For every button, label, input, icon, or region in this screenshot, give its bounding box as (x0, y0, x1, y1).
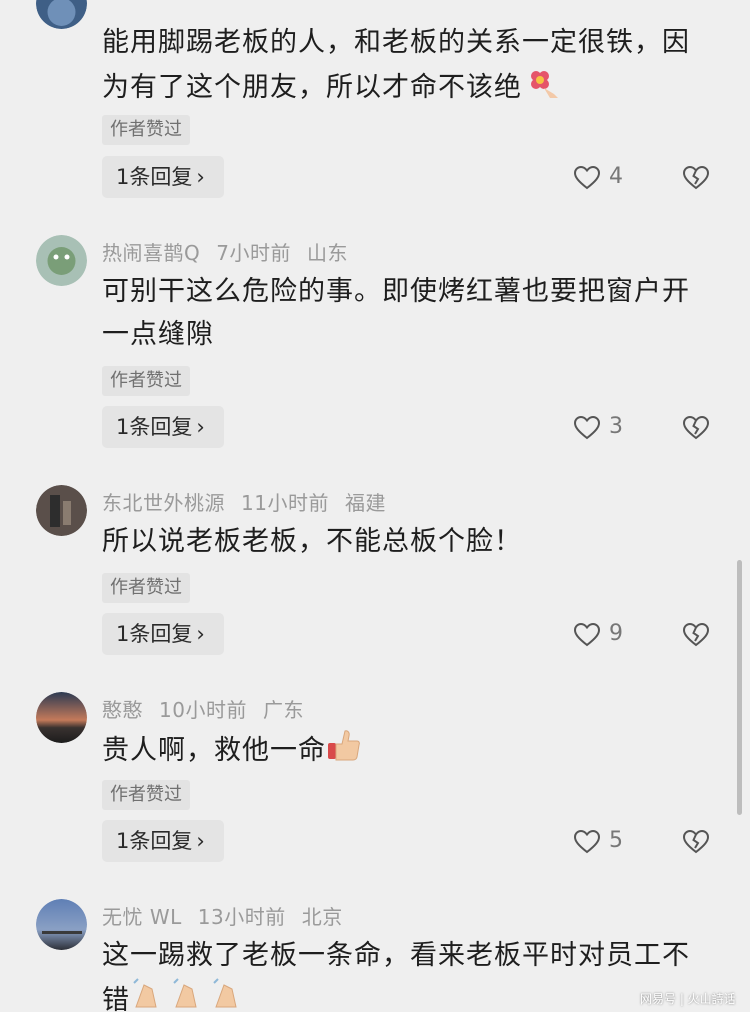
like-count: 4 (609, 164, 623, 189)
view-replies-button[interactable]: 1条回复 › (102, 613, 224, 655)
like-count: 3 (609, 414, 623, 439)
comment-text: 能用脚踢老板的人，和老板的关系一定很铁，因 为有了这个朋友，所以才命不该绝 (102, 21, 722, 113)
comment-meta: 东北世外桃源 11小时前 福建 (102, 487, 402, 516)
location: 广东 (262, 698, 304, 722)
comment-meta: 憨憨 10小时前 广东 (102, 694, 320, 723)
comment-meta: 热闹喜鹊Q 7小时前 山东 (102, 237, 364, 266)
author-liked-badge: 作者赞过 (102, 780, 190, 810)
heart-icon[interactable] (574, 830, 600, 854)
avatar[interactable] (36, 899, 87, 950)
avatar[interactable] (36, 0, 87, 29)
thumbs-up-emoji (326, 727, 362, 776)
broken-heart-icon[interactable] (683, 416, 709, 440)
comment-text: 这一踢救了老板一条命，看来老板平时对员工不 错 (102, 934, 722, 1012)
comment-meta: 无忧 WL 13小时前 北京 (102, 901, 359, 930)
view-replies-button[interactable]: 1条回复 › (102, 820, 224, 862)
timestamp: 7小时前 (216, 241, 291, 265)
username[interactable]: 热闹喜鹊Q (102, 241, 200, 265)
flower-emoji (522, 64, 562, 113)
broken-heart-icon[interactable] (683, 830, 709, 854)
timestamp: 13小时前 (197, 905, 286, 929)
broken-heart-icon[interactable] (683, 623, 709, 647)
author-liked-badge: 作者赞过 (102, 366, 190, 396)
comment-text: 贵人啊，救他一命 (102, 727, 722, 776)
username[interactable]: 憨憨 (102, 698, 143, 722)
heart-icon[interactable] (574, 166, 600, 190)
avatar[interactable] (36, 235, 87, 286)
location: 山东 (306, 241, 348, 265)
timestamp: 11小时前 (241, 491, 329, 515)
author-liked-badge: 作者赞过 (102, 115, 190, 145)
username[interactable]: 东北世外桃源 (102, 491, 225, 515)
view-replies-button[interactable]: 1条回复 › (102, 156, 224, 198)
clapping-hands-emoji (130, 977, 250, 1012)
scrollbar[interactable] (737, 560, 742, 815)
comment-text: 可别干这么危险的事。即使烤红薯也要把窗户开 一点缝隙 (102, 276, 690, 350)
avatar[interactable] (36, 692, 87, 743)
username[interactable]: 无忧 WL (102, 905, 182, 929)
timestamp: 10小时前 (159, 698, 247, 722)
watermark: 网易号 | 火山詩话 (640, 992, 736, 1006)
author-liked-badge: 作者赞过 (102, 573, 190, 603)
view-replies-button[interactable]: 1条回复 › (102, 406, 224, 448)
heart-icon[interactable] (574, 623, 600, 647)
avatar[interactable] (36, 485, 87, 536)
heart-icon[interactable] (574, 416, 600, 440)
broken-heart-icon[interactable] (683, 166, 709, 190)
location: 北京 (301, 905, 343, 929)
comment-text: 所以说老板老板，不能总板个脸！ (102, 526, 522, 557)
location: 福建 (344, 491, 386, 515)
like-count: 9 (609, 621, 623, 646)
like-count: 5 (609, 828, 623, 853)
